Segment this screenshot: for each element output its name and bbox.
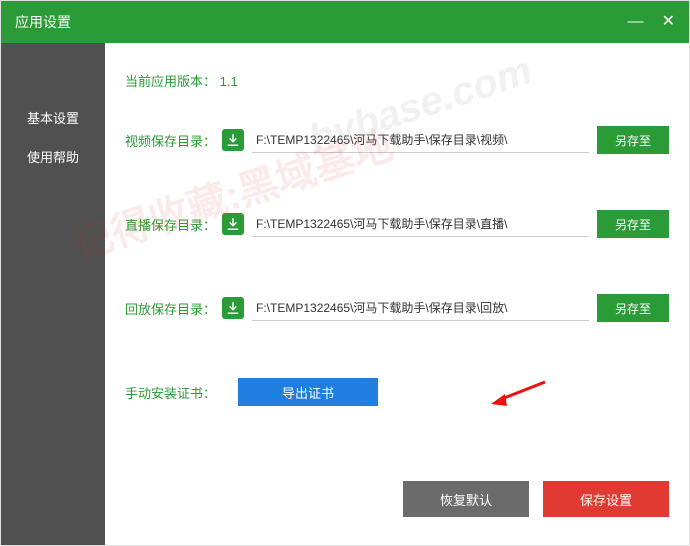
playback-dir-input[interactable] bbox=[252, 295, 589, 321]
titlebar: 应用设置 — ✕ bbox=[1, 1, 689, 43]
video-dir-row: 视频保存目录： 另存至 bbox=[125, 126, 669, 154]
playback-dir-label: 回放保存目录： bbox=[125, 299, 216, 318]
playback-saveto-button[interactable]: 另存至 bbox=[597, 294, 669, 322]
sidebar-item-help[interactable]: 使用帮助 bbox=[1, 137, 105, 176]
minimize-icon[interactable]: — bbox=[628, 14, 644, 30]
live-saveto-button[interactable]: 另存至 bbox=[597, 210, 669, 238]
live-dir-row: 直播保存目录： 另存至 bbox=[125, 210, 669, 238]
restore-defaults-button[interactable]: 恢复默认 bbox=[403, 481, 529, 517]
close-icon[interactable]: ✕ bbox=[662, 14, 675, 30]
export-cert-button[interactable]: 导出证书 bbox=[238, 378, 378, 406]
cert-label: 手动安装证书： bbox=[125, 383, 216, 402]
footer-buttons: 恢复默认 保存设置 bbox=[403, 481, 669, 517]
settings-window: 应用设置 — ✕ 基本设置 使用帮助 记得收藏:黑域基地 hybase.com … bbox=[0, 0, 690, 546]
download-folder-icon bbox=[222, 297, 244, 319]
arrow-annotation-icon bbox=[489, 376, 549, 410]
version-value: 1.1 bbox=[220, 74, 238, 89]
version-row: 当前应用版本： 1.1 bbox=[125, 71, 669, 90]
video-dir-input[interactable] bbox=[252, 127, 589, 153]
video-saveto-button[interactable]: 另存至 bbox=[597, 126, 669, 154]
save-settings-button[interactable]: 保存设置 bbox=[543, 481, 669, 517]
window-controls: — ✕ bbox=[628, 14, 675, 30]
window-title: 应用设置 bbox=[15, 12, 71, 32]
sidebar-item-basic[interactable]: 基本设置 bbox=[1, 98, 105, 137]
live-dir-label: 直播保存目录： bbox=[125, 215, 216, 234]
main-panel: 记得收藏:黑域基地 hybase.com 当前应用版本： 1.1 视频保存目录：… bbox=[105, 43, 689, 545]
version-label: 当前应用版本： bbox=[125, 74, 216, 89]
video-dir-label: 视频保存目录： bbox=[125, 131, 216, 150]
live-dir-input[interactable] bbox=[252, 211, 589, 237]
cert-row: 手动安装证书： 导出证书 bbox=[125, 378, 669, 406]
window-body: 基本设置 使用帮助 记得收藏:黑域基地 hybase.com 当前应用版本： 1… bbox=[1, 43, 689, 545]
download-folder-icon bbox=[222, 129, 244, 151]
playback-dir-row: 回放保存目录： 另存至 bbox=[125, 294, 669, 322]
sidebar: 基本设置 使用帮助 bbox=[1, 43, 105, 545]
download-folder-icon bbox=[222, 213, 244, 235]
